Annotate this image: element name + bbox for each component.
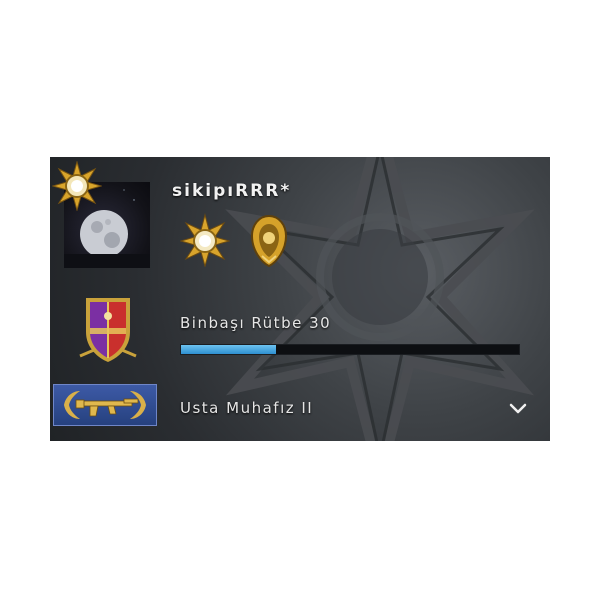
profile-card: sikipıRRR* Binbaşı Rütbe 30 Usta Muhafız…: [50, 157, 550, 441]
username[interactable]: sikipıRRR*: [172, 181, 291, 201]
service-medal-icon[interactable]: [52, 161, 102, 211]
skill-group-label: Usta Muhafız II: [180, 399, 314, 417]
rank-progress-fill: [181, 345, 276, 354]
service-medal-icon[interactable]: [180, 213, 230, 267]
skill-group-badge[interactable]: [53, 384, 157, 426]
rank-label: Binbaşı Rütbe 30: [180, 314, 332, 332]
rifle-laurel-icon: [64, 391, 146, 419]
coin-medal-icon[interactable]: [248, 212, 290, 268]
rank-shield-icon: [79, 298, 137, 362]
rank-progress-bar: [180, 344, 520, 355]
chevron-down-icon[interactable]: [508, 400, 528, 416]
